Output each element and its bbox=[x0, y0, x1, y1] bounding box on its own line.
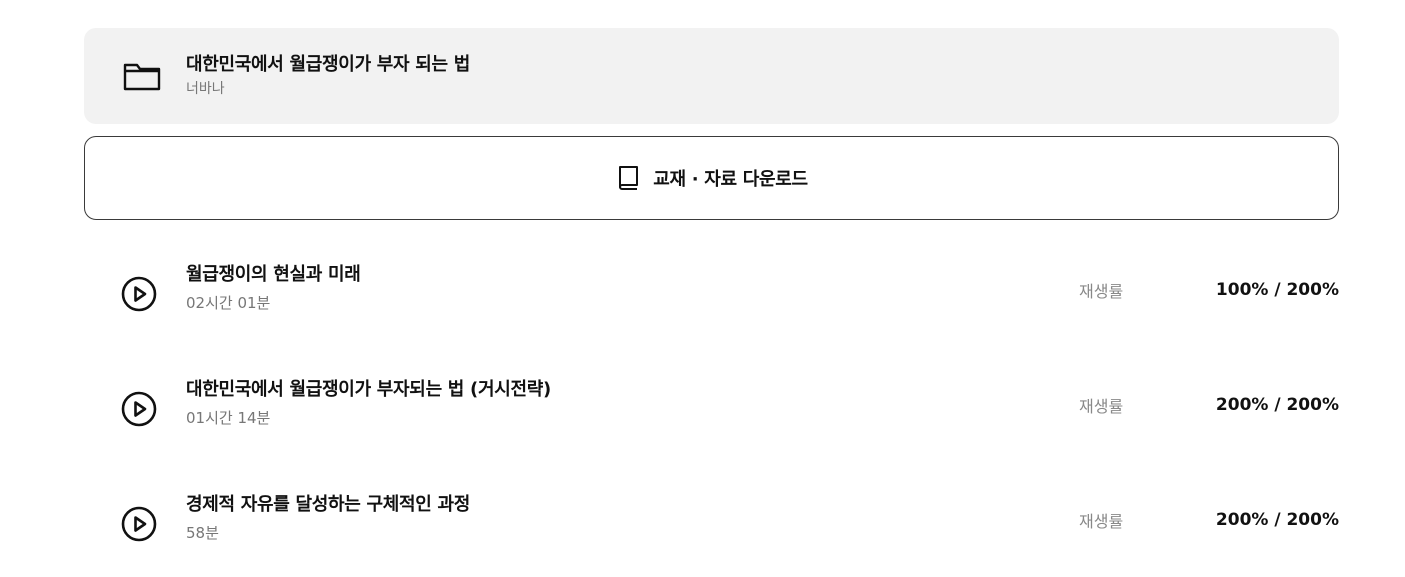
lesson-duration: 01시간 14분 bbox=[186, 408, 271, 427]
playback-rate-label: 재생률 bbox=[1079, 396, 1124, 416]
list-item[interactable]: 경제적 자유를 달성하는 구체적인 과정 58분 재생률 200% / 200% bbox=[84, 462, 1339, 577]
playback-rate-value: 200% / 200% bbox=[1215, 394, 1339, 415]
lesson-title: 경제적 자유를 달성하는 구체적인 과정 bbox=[186, 493, 471, 515]
playback-rate-value: 100% / 200% bbox=[1215, 279, 1339, 300]
lesson-duration: 02시간 01분 bbox=[186, 293, 271, 312]
download-materials-button[interactable]: 교재 · 자료 다운로드 bbox=[84, 136, 1339, 220]
folder-icon bbox=[120, 58, 164, 94]
playback-rate-value: 200% / 200% bbox=[1215, 509, 1339, 530]
play-circle-icon[interactable] bbox=[120, 275, 158, 313]
play-circle-icon[interactable] bbox=[120, 505, 158, 543]
playback-rate-label: 재생률 bbox=[1079, 511, 1124, 531]
play-circle-icon[interactable] bbox=[120, 390, 158, 428]
book-icon bbox=[615, 165, 641, 191]
course-author: 너바나 bbox=[186, 81, 225, 97]
course-header: 대한민국에서 월급쟁이가 부자 되는 법 너바나 bbox=[84, 28, 1339, 124]
course-title: 대한민국에서 월급쟁이가 부자 되는 법 bbox=[186, 54, 471, 75]
list-item[interactable]: 월급쟁이의 현실과 미래 02시간 01분 재생률 100% / 200% bbox=[84, 232, 1339, 347]
lesson-title: 대한민국에서 월급쟁이가 부자되는 법 (거시전략) bbox=[186, 378, 551, 400]
lesson-list: 월급쟁이의 현실과 미래 02시간 01분 재생률 100% / 200% 대한… bbox=[84, 232, 1339, 577]
playback-rate-label: 재생률 bbox=[1079, 281, 1124, 301]
lesson-duration: 58분 bbox=[186, 523, 219, 542]
course-panel: 대한민국에서 월급쟁이가 부자 되는 법 너바나 교재 · 자료 다운로드 월급… bbox=[84, 28, 1339, 577]
lesson-title: 월급쟁이의 현실과 미래 bbox=[186, 263, 361, 285]
list-item[interactable]: 대한민국에서 월급쟁이가 부자되는 법 (거시전략) 01시간 14분 재생률 … bbox=[84, 347, 1339, 462]
download-label: 교재 · 자료 다운로드 bbox=[653, 169, 808, 190]
